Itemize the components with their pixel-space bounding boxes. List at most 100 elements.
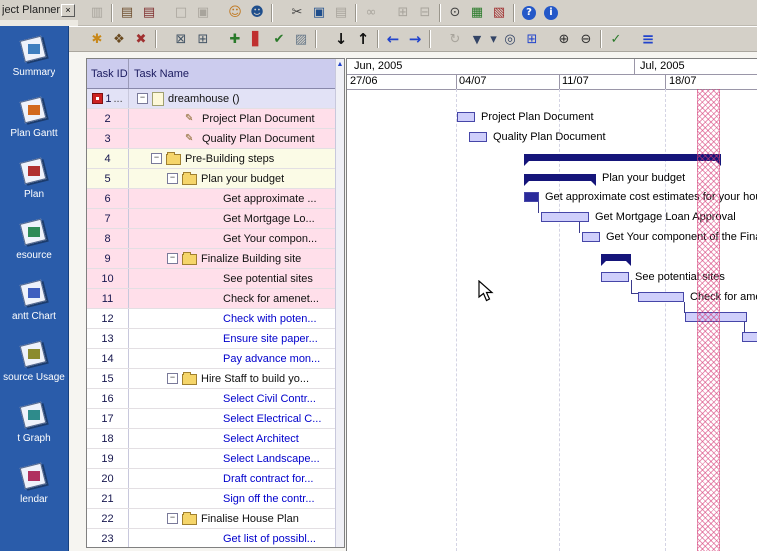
about-icon[interactable]: i [544, 6, 558, 20]
zoom-in-icon[interactable]: ⊕ [553, 29, 575, 50]
table-row[interactable]: 20 Draft contract for... [87, 469, 335, 489]
table-row[interactable]: 17 Select Electrical C... [87, 409, 335, 429]
cut-icon[interactable]: ✂ [286, 2, 308, 23]
table-row[interactable]: 2 Project Plan Document [87, 109, 335, 129]
add-resource-icon[interactable]: ☺ [224, 2, 246, 23]
clock-icon[interactable]: ⊙ [444, 2, 466, 23]
filter-dropdown-icon[interactable]: ▾ [488, 29, 499, 50]
collapse-icon[interactable] [167, 513, 178, 524]
sidebar-item-resource[interactable]: esource [0, 209, 68, 270]
spelling-icon[interactable]: ✓ [605, 29, 627, 50]
gantt-bar[interactable] [541, 212, 589, 222]
outdent-icon[interactable]: ← [382, 29, 404, 50]
export-image-icon[interactable]: ⊞ [192, 29, 214, 50]
column-header-task-name[interactable]: Task Name [129, 59, 335, 88]
split-icon[interactable]: ⊟ [414, 2, 436, 23]
gantt-bar[interactable] [582, 232, 600, 242]
indent-icon[interactable]: → [404, 29, 426, 50]
calendar-remove-icon[interactable]: ▧ [488, 2, 510, 23]
table-row[interactable]: 4 Pre-Building steps [87, 149, 335, 169]
print-report-icon[interactable]: ▤ [138, 2, 160, 23]
toolbar-secondary: ✱ ❖ ✖ ⊠ ⊞ ✚ ▋ ✔ ▨ ↓ ↑ ← → ↻ ▼ ▾ ◎ ⊞ ⊕ ⊖ … [68, 26, 757, 52]
table-row[interactable]: 23 Get list of possibl... [87, 529, 335, 547]
gantt-bar[interactable] [524, 192, 539, 202]
redo-icon[interactable]: ↻ [444, 29, 466, 50]
task-name: Quality Plan Document [202, 133, 315, 145]
insert-task-icon[interactable]: ✚ [224, 29, 246, 50]
table-row[interactable]: 3 Quality Plan Document [87, 129, 335, 149]
save-icon[interactable]: ▥ [86, 2, 108, 23]
table-row[interactable]: 18 Select Architect [87, 429, 335, 449]
sidebar-item-plan-gantt[interactable]: Plan Gantt [0, 87, 68, 148]
table-row[interactable]: 6 Get approximate ... [87, 189, 335, 209]
copy-icon[interactable]: ▣ [308, 2, 330, 23]
table-row[interactable]: 13 Ensure site paper... [87, 329, 335, 349]
zoom-out-icon[interactable]: ⊖ [575, 29, 597, 50]
table-row[interactable]: 5 Plan your budget [87, 169, 335, 189]
collapse-icon[interactable] [137, 93, 148, 104]
table-row[interactable]: 7 Get Mortgage Lo... [87, 209, 335, 229]
table-row[interactable]: 12 Check with poten... [87, 309, 335, 329]
columns-icon[interactable]: ⊞ [521, 29, 543, 50]
table-row[interactable]: 11 Check for amenet... [87, 289, 335, 309]
gantt-summary-bar[interactable] [601, 254, 631, 261]
briefcase-icon[interactable]: ▣ [192, 2, 214, 23]
help-icon[interactable]: ? [522, 6, 536, 20]
gantt-bar[interactable] [742, 332, 757, 342]
find-icon[interactable]: ◎ [499, 29, 521, 50]
table-row[interactable]: 21 Sign off the contr... [87, 489, 335, 509]
statistics-icon[interactable]: ▋ [246, 29, 268, 50]
table-row[interactable]: 1... dreamhouse () [87, 89, 335, 109]
validate-icon[interactable]: ✔ [268, 29, 290, 50]
move-up-icon[interactable]: ↑ [352, 29, 374, 50]
table-row[interactable]: 8 Get Your compon... [87, 229, 335, 249]
export-html-icon[interactable]: ⊠ [170, 29, 192, 50]
table-scrollbar[interactable]: ▲ [335, 59, 344, 547]
gantt-bar[interactable] [601, 272, 629, 282]
sidebar-item-gantt-chart[interactable]: antt Chart [0, 270, 68, 331]
table-row[interactable]: 22 Finalise House Plan [87, 509, 335, 529]
paste-icon[interactable]: ▤ [330, 2, 352, 23]
sidebar-item-resource-usage[interactable]: source Usage [0, 331, 68, 392]
customize-icon[interactable]: ✱ [86, 29, 108, 50]
gantt-bar[interactable] [469, 132, 487, 142]
reports-icon[interactable]: ❖ [108, 29, 130, 50]
filter-icon[interactable]: ▼ [466, 29, 488, 50]
collapse-icon[interactable] [167, 253, 178, 264]
gantt-summary-bar[interactable] [524, 154, 721, 161]
scroll-up-icon[interactable]: ▲ [337, 61, 344, 69]
clear-icon[interactable]: ▨ [290, 29, 312, 50]
open-project-icon[interactable]: □ [170, 2, 192, 23]
gantt-bar[interactable] [457, 112, 475, 122]
link-tasks-icon[interactable]: ∞ [360, 2, 382, 23]
table-icon[interactable]: ⊞ [392, 2, 414, 23]
sidebar-item-plan[interactable]: Plan [0, 148, 68, 209]
move-down-icon[interactable]: ↓ [330, 29, 352, 50]
gantt-bar[interactable] [638, 292, 684, 302]
sidebar-item-graph[interactable]: t Graph [0, 392, 68, 453]
table-row[interactable]: 10 See potential sites [87, 269, 335, 289]
table-row[interactable]: 9 Finalize Building site [87, 249, 335, 269]
folder-icon [166, 154, 181, 165]
close-icon[interactable]: × [61, 4, 75, 17]
delete-task-icon[interactable]: ✖ [130, 29, 152, 50]
export-report-icon[interactable]: ▤ [116, 2, 138, 23]
table-row[interactable]: 14 Pay advance mon... [87, 349, 335, 369]
table-row[interactable]: 19 Select Landscape... [87, 449, 335, 469]
sidebar-item-summary[interactable]: Summary [0, 26, 68, 87]
task-link-line [579, 222, 580, 233]
toolbar-separator [155, 30, 157, 48]
status-marker-icon [92, 93, 103, 104]
collapse-icon[interactable] [151, 153, 162, 164]
calendar-add-icon[interactable]: ▦ [466, 2, 488, 23]
column-header-task-id[interactable]: Task ID [87, 59, 129, 88]
collapse-icon[interactable] [167, 173, 178, 184]
gantt-summary-bar[interactable] [524, 174, 596, 181]
table-row[interactable]: 16 Select Civil Contr... [87, 389, 335, 409]
view-menu-icon[interactable]: ≡ [637, 29, 659, 50]
resources-icon[interactable]: ☻ [246, 2, 268, 23]
collapse-icon[interactable] [167, 373, 178, 384]
table-row[interactable]: 15 Hire Staff to build yo... [87, 369, 335, 389]
task-id: 10 [101, 273, 113, 285]
sidebar-item-calendar[interactable]: lendar [0, 453, 68, 514]
